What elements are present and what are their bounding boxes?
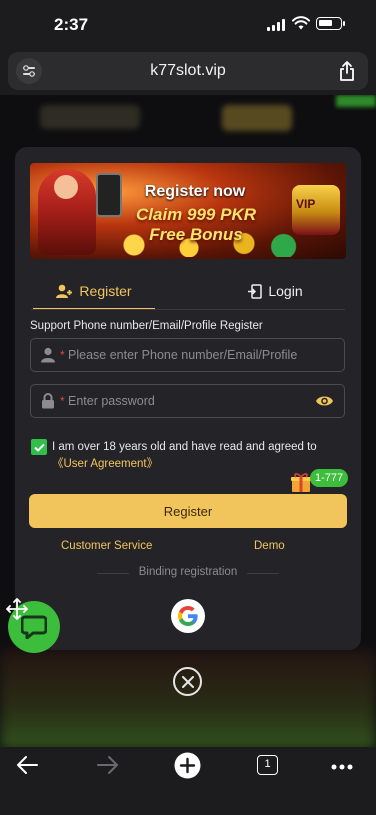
banner-headline: Register now — [144, 183, 246, 200]
tab-divider — [31, 309, 345, 310]
forward-arrow-icon[interactable] — [97, 755, 119, 775]
account-input[interactable] — [68, 345, 308, 365]
customer-service-link[interactable]: Customer Service — [61, 540, 152, 552]
add-user-icon — [56, 284, 73, 298]
check-icon — [33, 443, 45, 452]
google-login-button[interactable] — [171, 599, 205, 633]
google-icon — [178, 606, 198, 626]
gift-amount-badge: 1-777 — [310, 469, 349, 487]
binding-registration-label: Binding registration — [97, 566, 279, 578]
battery-icon — [316, 17, 345, 30]
more-options-icon[interactable] — [331, 764, 353, 770]
status-time: 2:37 — [54, 15, 89, 34]
tab-switcher-button[interactable]: 1 — [257, 755, 278, 775]
tab-login-label: Login — [268, 283, 303, 299]
status-bar: 2:37 — [0, 0, 376, 48]
drag-move-icon[interactable] — [6, 598, 28, 620]
back-arrow-icon[interactable] — [16, 755, 38, 775]
demo-link[interactable]: Demo — [254, 540, 285, 552]
address-bar[interactable]: k77slot.vip — [8, 52, 368, 90]
password-field[interactable]: * — [30, 384, 345, 418]
background-button — [222, 105, 292, 131]
tab-register-label: Register — [79, 283, 132, 299]
tab-login[interactable]: Login — [225, 273, 325, 309]
wifi-icon — [292, 16, 310, 35]
account-field[interactable]: * — [30, 338, 345, 372]
register-modal: Register now Claim 999 PKR Free Bonus VI… — [15, 147, 361, 650]
vip-badge: VIP — [296, 197, 316, 211]
agree-checkbox[interactable] — [31, 439, 47, 455]
browser-toolbar: 1 — [0, 747, 376, 815]
password-input[interactable] — [68, 391, 308, 411]
banner-character-image — [38, 169, 96, 255]
url-host[interactable]: k77slot.vip — [8, 62, 368, 80]
required-mark: * — [60, 394, 65, 408]
tab-register[interactable]: Register — [33, 273, 155, 310]
background-logo — [40, 105, 140, 129]
agreement-text: I am over 18 years old and have read and… — [52, 441, 317, 453]
background-accent — [336, 95, 376, 107]
promo-banner[interactable]: Register now Claim 999 PKR Free Bonus VI… — [30, 163, 346, 259]
support-text: Support Phone number/Email/Profile Regis… — [30, 320, 263, 332]
gift-icon — [291, 473, 311, 492]
banner-bonus-text: Claim 999 PKR Free Bonus — [136, 205, 256, 244]
required-mark: * — [60, 348, 65, 362]
user-icon — [41, 347, 55, 363]
register-button[interactable]: Register — [29, 494, 347, 528]
lock-icon — [42, 393, 54, 409]
share-icon[interactable] — [338, 60, 356, 87]
close-modal-button[interactable] — [173, 667, 202, 696]
login-door-icon — [248, 283, 263, 299]
eye-icon[interactable] — [315, 394, 334, 408]
close-icon — [181, 675, 194, 688]
background-game-strip — [0, 650, 376, 747]
user-agreement-link[interactable]: 《User Agreement》 — [52, 455, 158, 471]
banner-vip-chest-image: VIP — [292, 185, 340, 235]
cellular-signal-icon — [267, 19, 285, 31]
new-tab-plus-icon[interactable] — [174, 752, 201, 779]
